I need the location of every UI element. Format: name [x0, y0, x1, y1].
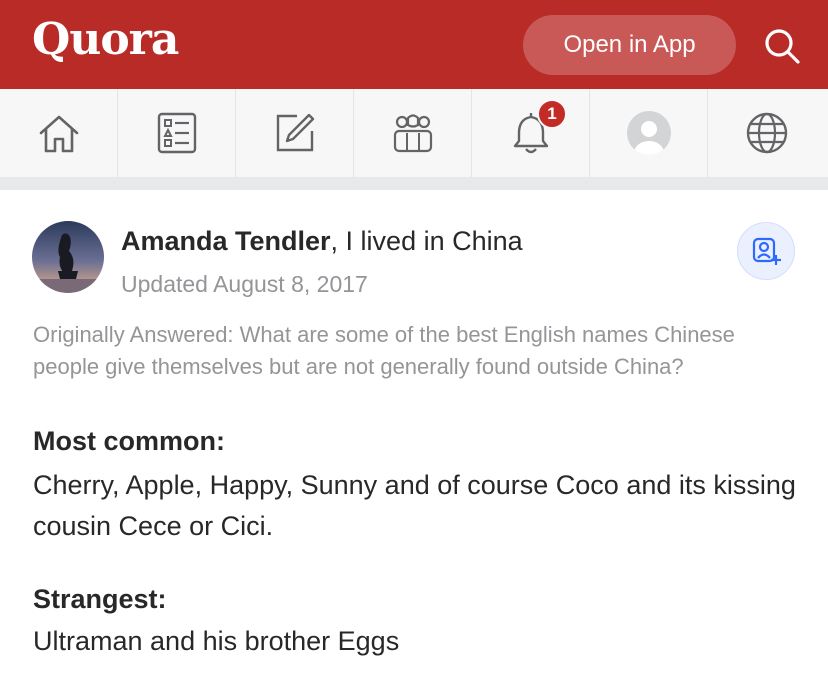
author-name[interactable]: Amanda Tendler [121, 226, 331, 256]
notification-badge: 1 [537, 99, 567, 129]
nav-answer-list[interactable] [118, 89, 236, 177]
nav-spaces[interactable] [354, 89, 472, 177]
nav-notifications[interactable]: 1 [472, 89, 590, 177]
globe-language-icon [746, 112, 788, 154]
answer-date[interactable]: Updated August 8, 2017 [121, 271, 368, 298]
spaces-icon [393, 114, 432, 153]
answer-list-icon [157, 112, 196, 154]
nav-profile[interactable] [590, 89, 708, 177]
open-in-app-button[interactable]: Open in App [523, 15, 736, 75]
section-heading-most-common: Most common: [33, 426, 225, 456]
section-text-strangest: Ultraman and his brother Eggs [33, 626, 400, 656]
top-bar: Quora Open in App [0, 0, 828, 89]
add-person-icon [752, 237, 781, 265]
originally-answered-question[interactable]: Originally Answered: What are some of th… [33, 319, 793, 383]
search-icon[interactable] [760, 24, 804, 68]
nav-bar: 1 [0, 89, 828, 178]
nav-language[interactable] [708, 89, 826, 177]
nav-write[interactable] [236, 89, 354, 177]
profile-avatar-icon [626, 111, 671, 155]
write-icon [276, 113, 314, 152]
follow-user-button[interactable] [737, 222, 795, 280]
author-avatar[interactable] [32, 221, 104, 293]
nav-home[interactable] [0, 89, 118, 177]
divider [0, 178, 828, 190]
author-line: Amanda Tendler, I lived in China [121, 226, 523, 257]
section-heading-strangest: Strangest: [33, 584, 167, 614]
home-icon [39, 115, 78, 153]
author-credential: , I lived in China [330, 226, 523, 256]
quora-logo[interactable]: Quora [32, 14, 179, 65]
section-text-most-common: Cherry, Apple, Happy, Sunny and of cours… [33, 470, 796, 541]
